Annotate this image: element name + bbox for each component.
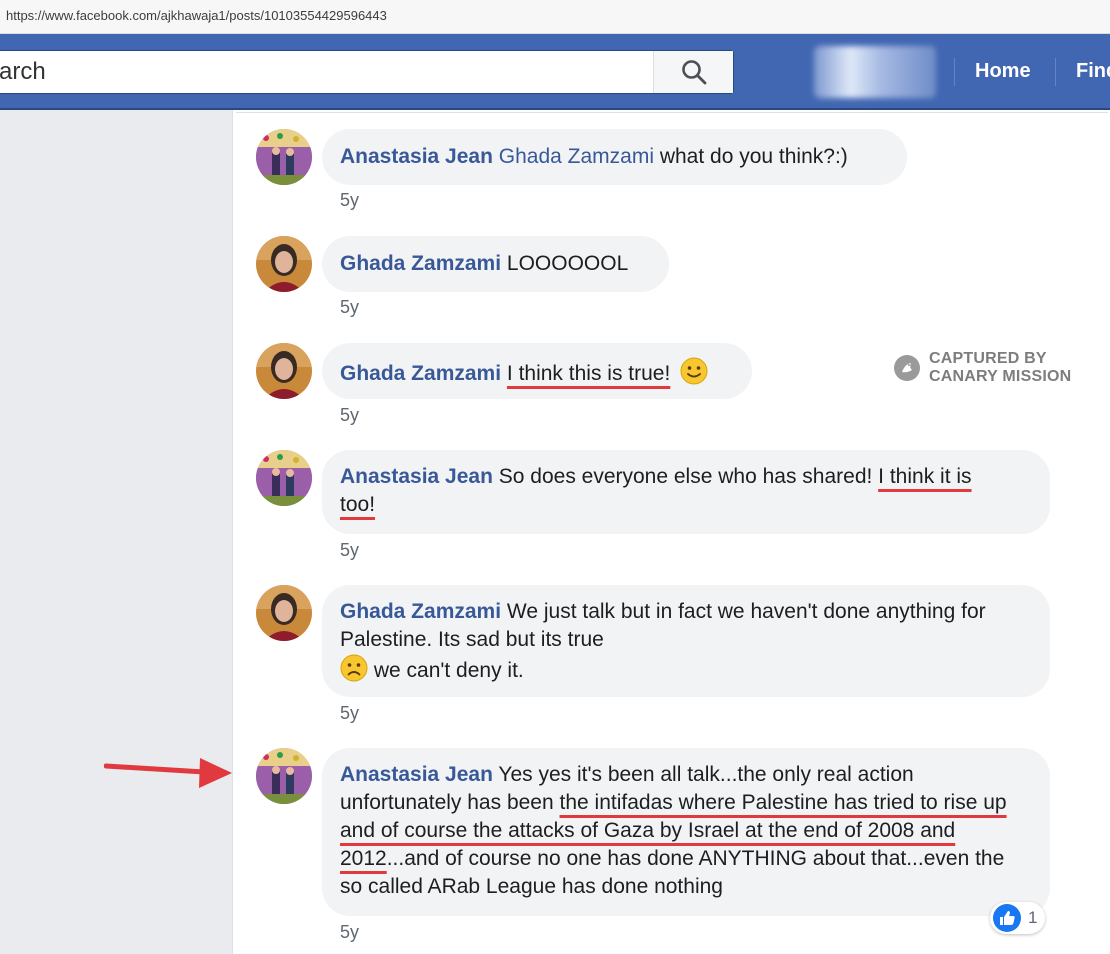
comment-bubble: Ghada Zamzami I think this is true! xyxy=(322,343,752,399)
search-icon xyxy=(681,60,706,85)
sad-emoji-icon xyxy=(340,654,368,682)
comment-timestamp[interactable]: 5y xyxy=(340,922,359,943)
comment-author[interactable]: Ghada Zamzami xyxy=(340,252,501,275)
comment-mention[interactable]: Ghada Zamzami xyxy=(499,145,654,168)
nav-find-friends-link[interactable]: Find xyxy=(1076,60,1110,83)
nav-home-link[interactable]: Home xyxy=(975,60,1031,83)
nav-divider xyxy=(1055,58,1056,86)
smile-emoji-icon xyxy=(680,357,708,385)
avatar-anastasia-jean[interactable] xyxy=(256,450,312,506)
browser-url-bar[interactable]: https://www.facebook.com/ajkhawaja1/post… xyxy=(0,0,1110,34)
thumbs-up-icon xyxy=(993,904,1021,932)
like-count: 1 xyxy=(1028,908,1038,927)
canary-bird-icon xyxy=(894,355,920,381)
underlined-text: I think this is true! xyxy=(506,362,671,385)
avatar-ghada-zamzami[interactable] xyxy=(256,585,312,641)
avatar-ghada-zamzami[interactable] xyxy=(256,343,312,399)
avatar-image xyxy=(256,748,312,804)
comment-timestamp[interactable]: 5y xyxy=(340,405,359,426)
watermark-text: CAPTURED BY CANARY MISSION xyxy=(929,350,1071,386)
comment-text: ...and of course no one has done ANYTHIN… xyxy=(340,847,1005,898)
search-input[interactable] xyxy=(0,51,653,93)
avatar-image xyxy=(256,585,312,641)
comment-author[interactable]: Anastasia Jean xyxy=(340,145,493,168)
underlined-text: too! xyxy=(340,493,376,516)
avatar-ghada-zamzami[interactable] xyxy=(256,236,312,292)
search-box xyxy=(0,50,734,94)
comment-text: LOOOOOOL xyxy=(501,252,629,275)
comment-timestamp[interactable]: 5y xyxy=(340,297,359,318)
watermark-line-2: CANARY MISSION xyxy=(929,368,1072,385)
comment-timestamp[interactable]: 5y xyxy=(340,703,359,724)
red-arrow-annotation xyxy=(104,758,232,788)
url-text[interactable]: https://www.facebook.com/ajkhawaja1/post… xyxy=(6,8,387,23)
search-button[interactable] xyxy=(653,51,733,93)
comment-text: So does everyone else who has shared! xyxy=(492,465,879,488)
avatar-image xyxy=(256,343,312,399)
blurred-profile-avatar[interactable] xyxy=(814,46,936,98)
underlined-text: I think it is xyxy=(878,465,972,488)
avatar-anastasia-jean[interactable] xyxy=(256,129,312,185)
comment-author[interactable]: Anastasia Jean xyxy=(340,763,493,786)
watermark-line-1: CAPTURED BY xyxy=(929,350,1047,367)
comment-bubble: Anastasia Jean Ghada Zamzami what do you… xyxy=(322,129,907,185)
avatar-image xyxy=(256,450,312,506)
feed-divider xyxy=(236,112,1108,113)
comment-timestamp[interactable]: 5y xyxy=(340,540,359,561)
page: https://www.facebook.com/ajkhawaja1/post… xyxy=(0,0,1110,954)
comment-timestamp[interactable]: 5y xyxy=(340,190,359,211)
comment-bubble: Anastasia Jean So does everyone else who… xyxy=(322,450,1050,534)
left-sidebar xyxy=(0,110,233,954)
facebook-header: Home Find xyxy=(0,34,1110,110)
avatar-anastasia-jean[interactable] xyxy=(256,748,312,804)
comment-author[interactable]: Anastasia Jean xyxy=(340,465,493,488)
comment-text: what do you think?:) xyxy=(654,145,848,168)
avatar-image xyxy=(256,236,312,292)
like-reaction-badge[interactable]: 1 xyxy=(990,902,1046,934)
comment-author[interactable]: Ghada Zamzami xyxy=(340,362,501,385)
nav-divider xyxy=(954,58,955,86)
comment-bubble: Ghada Zamzami We just talk but in fact w… xyxy=(322,585,1050,697)
comment-author[interactable]: Ghada Zamzami xyxy=(340,600,501,623)
comment-bubble: Anastasia Jean Yes yes it's been all tal… xyxy=(322,748,1050,916)
avatar-image xyxy=(256,129,312,185)
canary-mission-watermark: CAPTURED BY CANARY MISSION xyxy=(893,350,1071,386)
comment-bubble: Ghada Zamzami LOOOOOOL xyxy=(322,236,669,292)
comment-text: we can't deny it. xyxy=(368,659,524,682)
